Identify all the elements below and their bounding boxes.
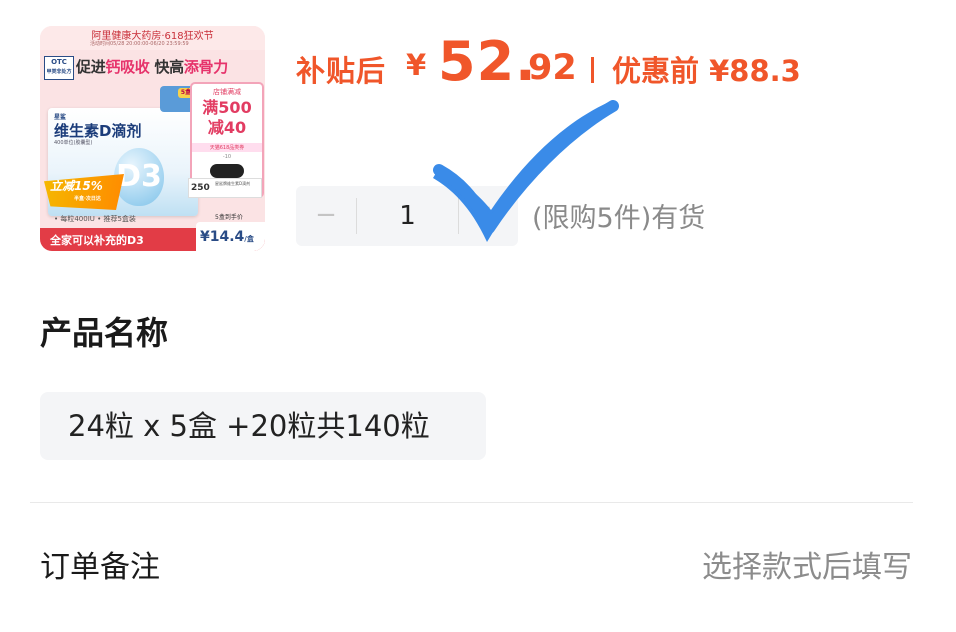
headline-part2: 快高: [149, 58, 184, 76]
thumb-slogan: 全家可以补充的D3: [50, 234, 144, 247]
currency-symbol: ¥: [406, 48, 427, 82]
promo-line2a: 满500: [202, 98, 252, 117]
thumb-headline: 促进钙吸收 快高添骨力: [76, 56, 228, 77]
box-spec: 400单位(胶囊型): [54, 140, 93, 146]
thumb-top-banner: 阿里健康大药房·618狂欢节 活动时间05/28 20:00:00-06/20 …: [40, 26, 265, 50]
promo-line1: 店铺满减: [213, 88, 241, 96]
unit-price-box: ¥14.4/盒: [196, 222, 265, 251]
checkmark-icon: [433, 100, 619, 242]
order-note-input[interactable]: 选择款式后填写: [702, 542, 912, 586]
otc-badge: OTC 甲类非处方: [44, 56, 74, 80]
otc-badge-text: OTC: [51, 58, 67, 66]
promo-line2b: 减40: [207, 118, 247, 137]
tmall-cat-icon: [210, 164, 244, 178]
option-chip-selected[interactable]: 24粒 x 5盒 +20粒共140粒: [40, 392, 486, 460]
unit-price-suffix: /盒: [244, 235, 254, 243]
headline-part1: 促进: [76, 58, 106, 76]
otc-badge-sub: 甲类非处方: [46, 69, 72, 75]
headline-pink2: 添骨力: [183, 58, 228, 76]
headline-pink1: 钙吸收: [105, 58, 150, 76]
unit-price: ¥14.4: [200, 229, 245, 245]
price-integer: 52.: [438, 30, 537, 93]
subsidy-label: 补贴后: [296, 54, 387, 88]
stamp-text: 星鲨牌维生素D滴剂: [215, 181, 251, 186]
section-divider: [30, 502, 913, 503]
stamp-number: 250: [191, 183, 210, 193]
box-name: 维生素D滴剂: [54, 122, 142, 140]
per-unit-label: 5盒到手价: [215, 214, 243, 221]
flash-text: 立减15%: [50, 179, 103, 193]
promo-line4: -10: [222, 154, 232, 160]
thumb-date: 活动时间05/28 20:00:00-06/20 23:59:59: [90, 41, 189, 47]
stamp-250: 250 星鲨牌维生素D滴剂: [188, 178, 262, 198]
price-decimal: 92: [528, 48, 577, 88]
thumb-bottom-strip: 全家可以补充的D3 ¥14.4/盒: [40, 222, 265, 251]
order-note-label: 订单备注: [40, 550, 160, 585]
decrement-button[interactable]: −: [296, 186, 356, 246]
thumb-bullets: • 每粒400IU • 推荐5盒装: [54, 215, 136, 223]
promo-line3: 天猫618品类券: [192, 143, 262, 152]
original-price: 优惠前 ¥88.3: [612, 54, 801, 88]
flash-sub: 半盒·次日达: [74, 196, 101, 202]
product-thumbnail[interactable]: 阿里健康大药房·618狂欢节 活动时间05/28 20:00:00-06/20 …: [40, 26, 265, 251]
product-name-title: 产品名称: [40, 314, 169, 352]
price-separator: [591, 57, 594, 83]
